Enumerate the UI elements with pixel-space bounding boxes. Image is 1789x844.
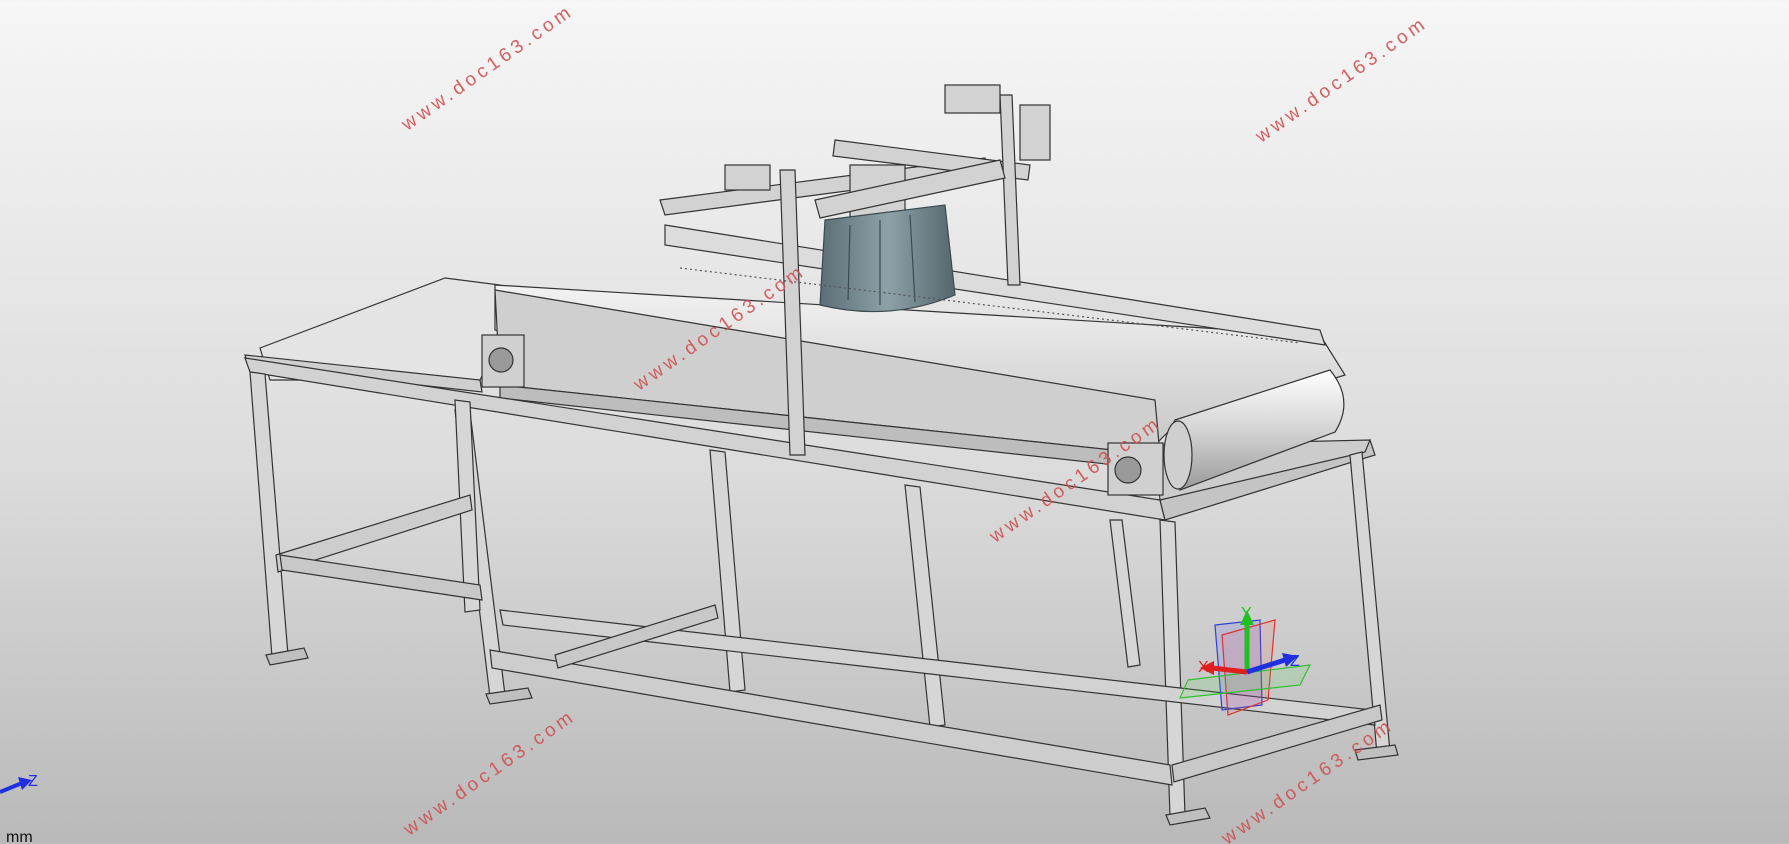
units-indicator: mm xyxy=(6,829,33,844)
left-bearing-hub xyxy=(488,347,514,373)
triad-x-label: X xyxy=(1198,659,1209,676)
servo-motor-top[interactable] xyxy=(944,84,1001,114)
lower-stretcher-right[interactable] xyxy=(1171,704,1383,783)
lower-crossbar-left[interactable] xyxy=(279,554,483,601)
cad-model-canvas[interactable]: Y X Z Z xyxy=(0,0,1789,844)
right-bearing-hub xyxy=(1114,456,1142,484)
corner-z-label: Z xyxy=(28,773,38,790)
tail-roller-end[interactable] xyxy=(1163,420,1193,490)
triad-y-label: Y xyxy=(1241,605,1252,622)
lower-stretcher-front[interactable] xyxy=(489,649,1173,786)
triad-z-label: Z xyxy=(1290,653,1300,670)
view-axis-icon: Z xyxy=(0,773,38,794)
graphics-viewport[interactable]: Y X Z Z www.doc163.com www.doc163.com ww… xyxy=(0,0,1789,844)
gantry-column-back[interactable] xyxy=(999,94,1021,286)
mold-hopper[interactable] xyxy=(819,204,956,313)
servo-motor-side[interactable] xyxy=(1019,104,1051,161)
conveyor-machine-model[interactable] xyxy=(244,84,1399,826)
servo-motor-front[interactable] xyxy=(724,164,771,191)
